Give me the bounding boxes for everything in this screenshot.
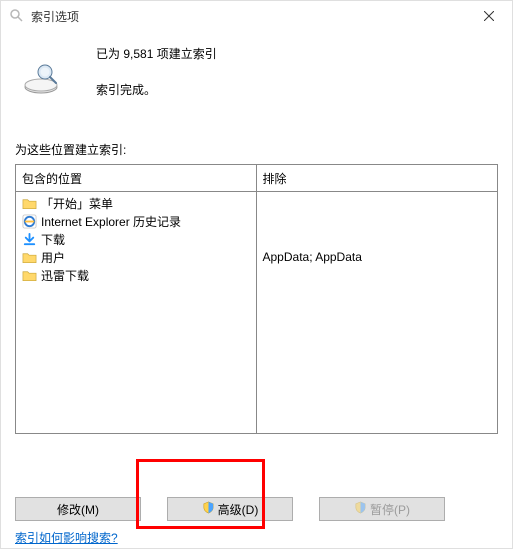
locations-label: 为这些位置建立索引: <box>15 141 512 158</box>
app-icon <box>9 8 25 24</box>
status-area: 已为 9,581 项建立索引 索引完成。 <box>1 31 512 105</box>
button-label: 高级(D) <box>218 501 259 518</box>
shield-icon <box>354 501 367 517</box>
folder-icon <box>22 196 37 211</box>
included-header: 包含的位置 <box>16 165 256 192</box>
excluded-item <box>263 212 492 230</box>
included-list: 「开始」菜单 Internet Explorer 历史记录 下载 <box>16 192 256 288</box>
folder-icon <box>22 268 37 283</box>
excluded-item: AppData; AppData <box>263 248 492 266</box>
download-icon <box>22 232 37 247</box>
advanced-button[interactable]: 高级(D) <box>167 497 293 521</box>
pause-button: 暂停(P) <box>319 497 445 521</box>
ie-icon <box>22 214 37 229</box>
shield-icon <box>202 501 215 517</box>
list-item-label: 用户 <box>41 249 65 266</box>
list-item-label: Internet Explorer 历史记录 <box>41 213 181 230</box>
excluded-item <box>263 266 492 284</box>
list-item[interactable]: 用户 <box>22 248 250 266</box>
list-item[interactable]: Internet Explorer 历史记录 <box>22 212 250 230</box>
locations-box: 包含的位置 「开始」菜单 Internet Explorer 历史记录 <box>15 164 498 434</box>
list-item-label: 迅雷下载 <box>41 267 89 284</box>
modify-button[interactable]: 修改(M) <box>15 497 141 521</box>
index-status-icon <box>23 63 65 95</box>
list-item-label: 「开始」菜单 <box>41 195 113 212</box>
help-link[interactable]: 索引如何影响搜索? <box>15 529 118 546</box>
titlebar: 索引选项 <box>1 1 512 31</box>
status-line-complete: 索引完成。 <box>96 81 156 98</box>
list-item[interactable]: 迅雷下载 <box>22 266 250 284</box>
folder-icon <box>22 250 37 265</box>
excluded-header: 排除 <box>257 165 498 192</box>
excluded-column: 排除 AppData; AppData <box>257 165 498 433</box>
close-icon <box>484 11 494 21</box>
status-line-count: 已为 9,581 项建立索引 <box>96 45 217 62</box>
excluded-item <box>263 194 492 212</box>
button-row: 修改(M) 高级(D) 暂停(P) <box>15 497 498 521</box>
excluded-item <box>263 230 492 248</box>
included-column: 包含的位置 「开始」菜单 Internet Explorer 历史记录 <box>16 165 257 433</box>
excluded-list: AppData; AppData <box>257 192 498 288</box>
list-item[interactable]: 下载 <box>22 230 250 248</box>
list-item-label: 下载 <box>41 231 65 248</box>
button-label: 修改(M) <box>57 501 99 518</box>
list-item[interactable]: 「开始」菜单 <box>22 194 250 212</box>
button-label: 暂停(P) <box>370 501 410 518</box>
dialog-title: 索引选项 <box>31 8 79 25</box>
close-button[interactable] <box>466 1 512 31</box>
